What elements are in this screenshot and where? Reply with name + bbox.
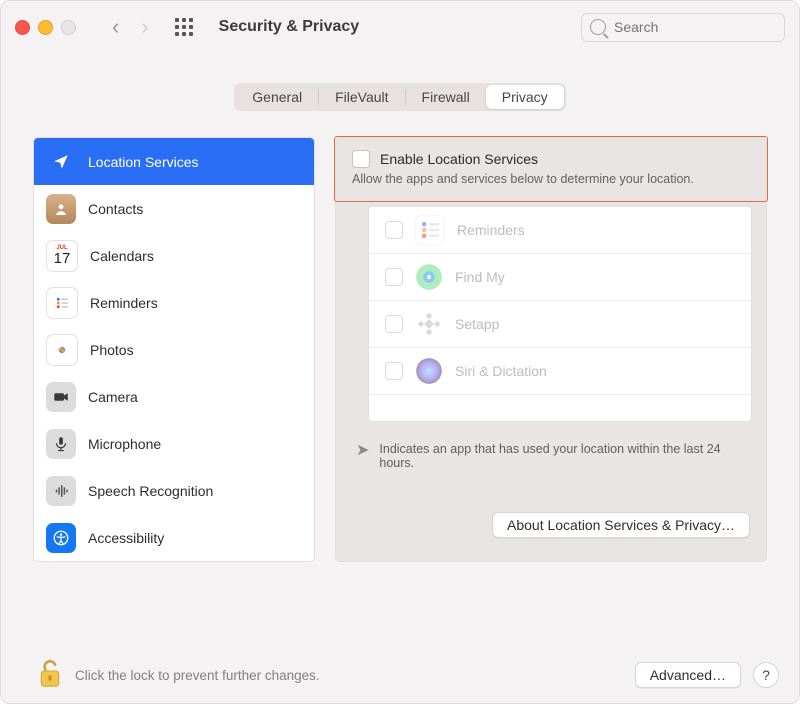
indicator-text: Indicates an app that has used your loca… bbox=[379, 442, 748, 470]
sidebar-item-label: Accessibility bbox=[88, 530, 164, 546]
sidebar-item-camera[interactable]: Camera bbox=[34, 373, 314, 420]
zoom-window-button[interactable] bbox=[61, 20, 76, 35]
siri-icon bbox=[415, 357, 443, 385]
sidebar-item-calendars[interactable]: JUL 17 Calendars bbox=[34, 232, 314, 279]
sidebar-item-label: Location Services bbox=[88, 154, 199, 170]
back-button[interactable]: ‹ bbox=[112, 16, 119, 38]
forward-button[interactable]: › bbox=[141, 16, 148, 38]
calendar-icon: JUL 17 bbox=[46, 240, 78, 272]
sidebar-item-label: Camera bbox=[88, 389, 138, 405]
sidebar-item-label: Calendars bbox=[90, 248, 154, 264]
tab-general[interactable]: General bbox=[236, 85, 318, 109]
nav-arrows: ‹ › bbox=[112, 16, 149, 38]
location-arrow-icon bbox=[46, 147, 76, 177]
sidebar-item-reminders[interactable]: Reminders bbox=[34, 279, 314, 326]
sidebar-item-speech-recognition[interactable]: Speech Recognition bbox=[34, 467, 314, 514]
sidebar-item-contacts[interactable]: Contacts bbox=[34, 185, 314, 232]
help-button[interactable]: ? bbox=[753, 662, 779, 688]
app-label: Siri & Dictation bbox=[455, 363, 547, 379]
setapp-icon bbox=[415, 310, 443, 338]
enable-location-row: Enable Location Services Allow the apps … bbox=[336, 138, 766, 192]
search-input[interactable] bbox=[612, 18, 746, 36]
app-checkbox[interactable] bbox=[385, 268, 403, 286]
preferences-window: ‹ › Security & Privacy General FileVault… bbox=[0, 0, 800, 704]
findmy-icon bbox=[415, 263, 443, 291]
tab-privacy[interactable]: Privacy bbox=[486, 85, 564, 109]
tab-filevault[interactable]: FileVault bbox=[319, 85, 404, 109]
main-area: Location Services Contacts JUL 17 Calend… bbox=[1, 111, 799, 562]
search-icon bbox=[590, 19, 606, 35]
sidebar-item-accessibility[interactable]: Accessibility bbox=[34, 514, 314, 561]
app-label: Reminders bbox=[457, 222, 525, 238]
contacts-icon bbox=[46, 194, 76, 224]
footer: Click the lock to prevent further change… bbox=[1, 658, 799, 694]
sidebar-item-label: Reminders bbox=[90, 295, 158, 311]
app-row-find-my[interactable]: Find My bbox=[369, 254, 751, 301]
app-checkbox[interactable] bbox=[385, 362, 403, 380]
enable-location-label: Enable Location Services bbox=[380, 151, 538, 167]
sidebar-item-label: Photos bbox=[90, 342, 134, 358]
window-title: Security & Privacy bbox=[219, 18, 360, 36]
location-services-panel: Enable Location Services Allow the apps … bbox=[335, 137, 767, 562]
location-apps-list[interactable]: Reminders Find My Setapp bbox=[368, 206, 752, 422]
tab-firewall[interactable]: Firewall bbox=[406, 85, 486, 109]
lock-icon[interactable] bbox=[37, 658, 63, 694]
reminders-icon bbox=[415, 215, 445, 245]
app-row-siri[interactable]: Siri & Dictation bbox=[369, 348, 751, 395]
app-label: Find My bbox=[455, 269, 505, 285]
app-checkbox[interactable] bbox=[385, 221, 403, 239]
lock-hint-text: Click the lock to prevent further change… bbox=[75, 668, 320, 683]
close-window-button[interactable] bbox=[15, 20, 30, 35]
microphone-icon bbox=[46, 429, 76, 459]
privacy-category-list[interactable]: Location Services Contacts JUL 17 Calend… bbox=[33, 137, 315, 562]
traffic-lights bbox=[15, 20, 76, 35]
minimize-window-button[interactable] bbox=[38, 20, 53, 35]
show-all-preferences-button[interactable] bbox=[175, 18, 193, 36]
about-location-button[interactable]: About Location Services & Privacy… bbox=[492, 512, 750, 538]
accessibility-icon bbox=[46, 523, 76, 553]
app-row-more bbox=[369, 395, 751, 421]
sidebar-item-label: Microphone bbox=[88, 436, 161, 452]
advanced-button[interactable]: Advanced… bbox=[635, 662, 741, 688]
enable-location-checkbox[interactable] bbox=[352, 150, 370, 168]
location-indicator-note: ➤ Indicates an app that has used your lo… bbox=[336, 422, 766, 470]
photos-icon bbox=[46, 334, 78, 366]
speech-icon bbox=[46, 476, 76, 506]
sidebar-item-label: Contacts bbox=[88, 201, 143, 217]
app-checkbox[interactable] bbox=[385, 315, 403, 333]
search-field[interactable] bbox=[581, 13, 785, 42]
enable-location-description: Allow the apps and services below to det… bbox=[352, 172, 750, 186]
camera-icon bbox=[46, 382, 76, 412]
app-label: Setapp bbox=[455, 316, 499, 332]
sidebar-item-label: Speech Recognition bbox=[88, 483, 213, 499]
location-arrow-icon: ➤ bbox=[356, 443, 369, 459]
segmented-control: General FileVault Firewall Privacy bbox=[234, 83, 565, 111]
sidebar-item-microphone[interactable]: Microphone bbox=[34, 420, 314, 467]
titlebar: ‹ › Security & Privacy bbox=[1, 1, 799, 53]
sidebar-item-photos[interactable]: Photos bbox=[34, 326, 314, 373]
reminders-icon bbox=[46, 287, 78, 319]
app-row-setapp[interactable]: Setapp bbox=[369, 301, 751, 348]
sidebar-item-location-services[interactable]: Location Services bbox=[34, 138, 314, 185]
tabs: General FileVault Firewall Privacy bbox=[1, 83, 799, 111]
app-row-reminders[interactable]: Reminders bbox=[369, 207, 751, 254]
